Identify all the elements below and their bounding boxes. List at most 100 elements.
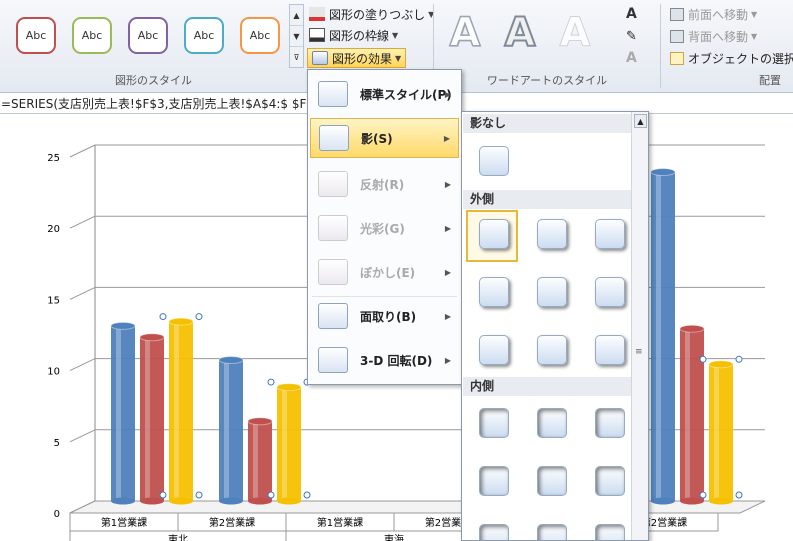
shape-outline-button[interactable]: 図形の枠線 ▼ [309,25,398,45]
selection-handle [159,491,167,499]
effects-menu-item-2[interactable]: 影(S) ▶ [310,118,459,158]
shape-style-5[interactable]: Abc [240,17,280,54]
bar-highlight [253,421,258,501]
bar-top [110,321,136,330]
effect-thumbnail-icon [318,215,348,241]
outer-shadow-option[interactable] [479,335,509,365]
bar-series3 [169,321,193,501]
wordart-style-1[interactable]: A [443,9,487,57]
gallery-up-icon[interactable]: ▲ [290,5,303,26]
inner-shadow-option[interactable] [537,466,567,496]
inner-shadow-option[interactable] [479,466,509,496]
effect-thumbnail-icon [318,81,348,107]
shape-style-1[interactable]: Abc [16,17,56,54]
bar-highlight [174,321,179,501]
text-fill-icon[interactable]: A [626,4,637,24]
outer-shadow-option[interactable] [595,277,625,307]
gridline-side [69,286,96,300]
selection-handle [303,491,311,499]
bar-base [709,497,733,505]
effects-menu-item-7[interactable]: 3-D 回転(D) ▶ [310,340,459,380]
effect-thumbnail-icon [318,303,348,329]
shape-style-2[interactable]: Abc [72,17,112,54]
shadow-submenu: 影なし 外側 内側 ▲ ≡ [461,111,649,541]
bar-series2 [680,328,704,501]
outer-shadow-option[interactable] [537,219,567,249]
effects-menu-label: 影(S) [361,131,393,146]
effects-menu-item-3: 反射(R) ▶ [310,164,459,204]
outer-shadow-option[interactable] [595,335,625,365]
shape-style-3[interactable]: Abc [128,17,168,54]
send-backward-button[interactable]: 背面へ移動 ▼ [670,26,757,46]
bar-series2 [248,421,272,501]
selection-pane-icon [670,51,684,65]
no-shadow-option[interactable] [479,146,509,176]
scroll-up-icon[interactable]: ▲ [634,114,647,128]
shape-style-4[interactable]: Abc [184,17,224,54]
bar-top [247,417,273,426]
effects-menu-label: 光彩(G) [360,221,405,236]
text-outline-icon[interactable]: ✎ [626,26,637,46]
submenu-scrollbar[interactable]: ▲ ≡ [631,112,648,540]
submenu-arrow-icon: ▶ [444,223,451,233]
inner-shadow-option[interactable] [537,408,567,438]
outer-shadow-option[interactable] [537,277,567,307]
outer-shadow-option[interactable] [479,219,509,249]
effects-menu-item-5: ぼかし(E) ▶ [310,252,459,292]
submenu-arrow-icon: ▶ [444,311,451,321]
no-shadow-heading: 影なし [463,114,631,133]
bar-base [111,497,135,505]
effects-menu-item-4: 光彩(G) ▶ [310,208,459,248]
outer-shadow-option[interactable] [479,277,509,307]
inner-shadow-option[interactable] [479,524,509,540]
bar-series3 [277,387,301,501]
inner-shadow-option[interactable] [537,524,567,540]
selection-handle [195,313,203,321]
selection-pane-button[interactable]: オブジェクトの選択と表 [670,48,793,68]
bar-series2 [140,337,164,501]
inner-shadow-option[interactable] [479,408,509,438]
selection-handle [699,355,707,363]
text-effects-icon[interactable]: A [626,48,637,68]
scroll-grip-icon[interactable]: ≡ [635,347,643,357]
shape-fill-button[interactable]: 図形の塗りつぶし ▼ [309,4,434,24]
inner-shadow-option[interactable] [595,524,625,540]
y-tick-label: 20 [47,224,60,235]
inner-shadow-option[interactable] [595,408,625,438]
wordart-style-3[interactable]: A [553,10,597,57]
bar-highlight [714,364,719,501]
bar-base [277,497,301,505]
effects-menu-label: 標準スタイル(P) [360,87,452,102]
bar-top [276,383,302,392]
group-tick-label: 東北 [168,533,188,541]
inner-shadow-option[interactable] [595,466,625,496]
selection-handle [195,491,203,499]
bar-highlight [282,387,287,501]
chevron-down-icon: ▼ [392,30,399,40]
shape-style-gallery-scroll[interactable]: ▲ ▼ ⊽ [289,4,304,68]
chevron-down-icon: ▼ [751,9,758,19]
gallery-more-icon[interactable]: ⊽ [290,47,303,68]
selection-handle [267,491,275,499]
effects-menu-item-6[interactable]: 面取り(B) ▶ [310,296,459,336]
effects-menu-label: 反射(R) [360,177,405,192]
inner-shadow-heading: 内側 [463,377,631,396]
wordart-style-2[interactable]: A [498,9,542,57]
bar-series3 [709,364,733,501]
effects-menu-item-1[interactable]: 標準スタイル(P) ▶ [310,74,459,114]
outer-shadow-option[interactable] [595,219,625,249]
paint-bucket-icon [309,7,325,21]
bar-base [140,497,164,505]
gridline-side [69,215,96,229]
shape-effects-menu: 標準スタイル(P) ▶ 影(S) ▶ 反射(R) ▶ 光彩(G) ▶ ぼかし(E) ▶ 面取り(B)… [307,69,462,385]
shape-effects-button[interactable]: 図形の効果 ▼ [307,48,407,68]
selection-handle [735,355,743,363]
selection-handle [699,491,707,499]
effect-thumbnail-icon [318,347,348,373]
gallery-down-icon[interactable]: ▼ [290,26,303,47]
outer-shadow-option[interactable] [537,335,567,365]
bar-highlight [116,325,121,501]
submenu-arrow-icon: ▶ [444,179,451,189]
submenu-arrow-icon: ▶ [443,133,450,143]
bring-forward-button[interactable]: 前面へ移動 ▼ [670,4,757,24]
